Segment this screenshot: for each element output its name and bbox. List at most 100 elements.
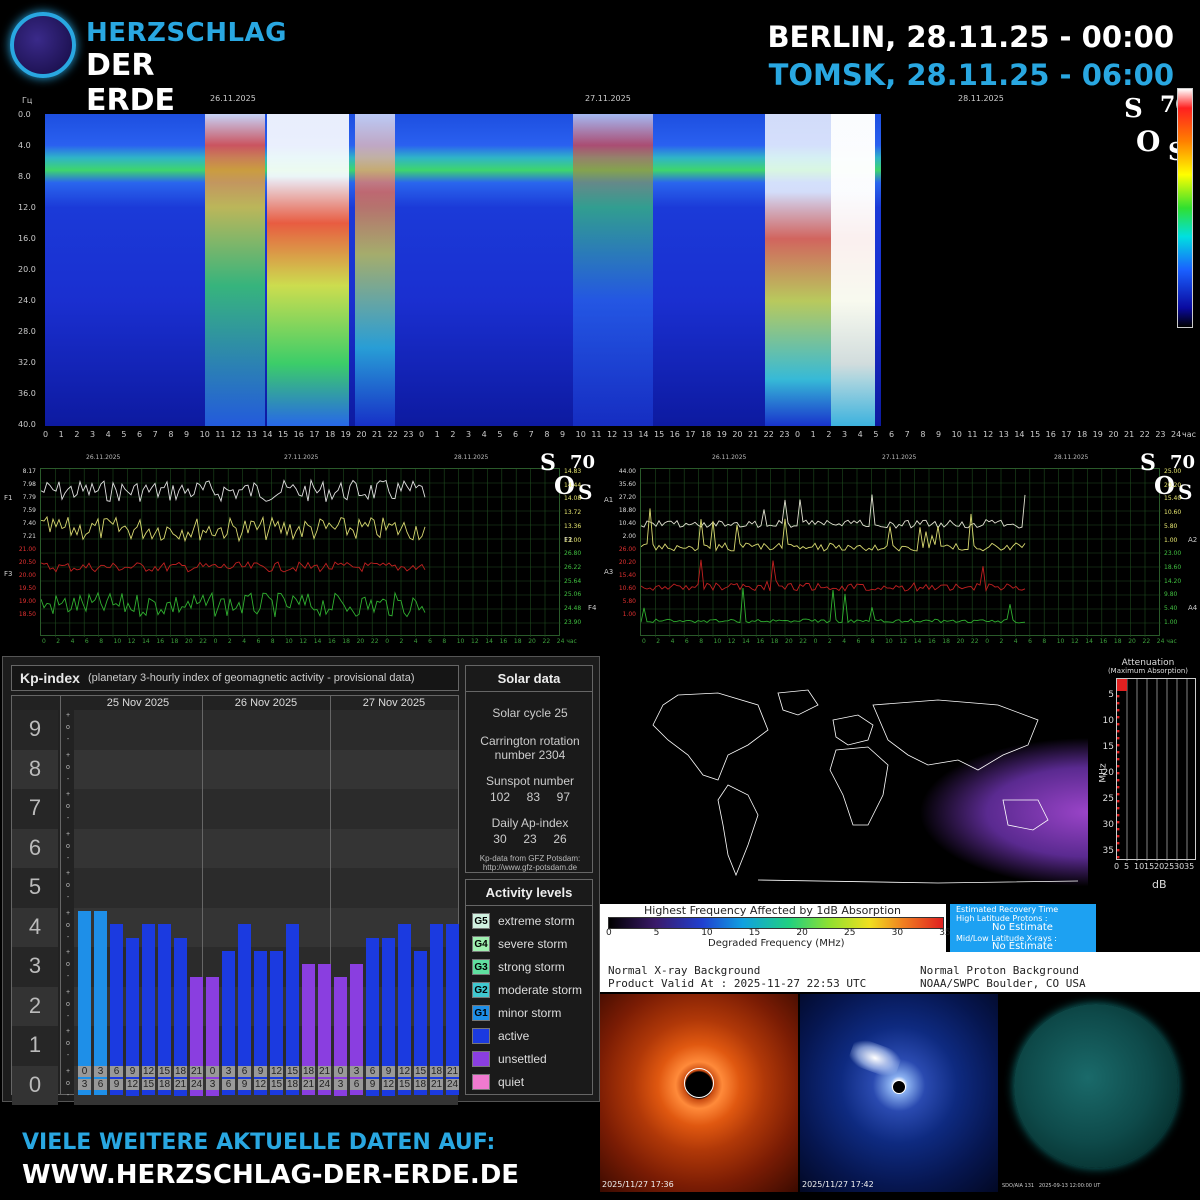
attenuation-x-tick: 0 (1114, 862, 1120, 871)
kp-level-label: 9 (28, 716, 42, 741)
spectrogram-x-tick: 14 (638, 430, 649, 439)
left-axis-tick: 26.00 (618, 546, 636, 553)
kp-time-start: 6 (110, 1066, 123, 1077)
spectrogram-x-tick: 7 (904, 430, 910, 439)
x-axis-tick: 6 (256, 638, 261, 645)
spectrogram-x-tick: 17 (1061, 430, 1072, 439)
x-axis-tick: 0 (42, 638, 46, 645)
kp-time-start: 3 (94, 1066, 107, 1077)
right-axis-tick: 14.44 (564, 481, 582, 489)
kp-level-marker: + (65, 830, 71, 838)
high-latitude-value: No Estimate (992, 922, 1053, 933)
attenuation-x-tick: 25 (1164, 862, 1175, 871)
activity-level-item: G2 moderate storm (472, 981, 592, 999)
spectrogram-x-tick: 13 (246, 430, 257, 439)
spectrogram-x-tick: 5 (121, 430, 127, 439)
spectrogram-x-tick: 0 (795, 430, 801, 439)
kp-time-end: 15 (270, 1079, 283, 1090)
right-axis-tick: 13.36 (564, 522, 582, 530)
activity-levels-title: Activity levels (466, 880, 592, 906)
kp-level-label: 0 (28, 1071, 42, 1097)
left-axis-tick: 18.50 (18, 611, 36, 618)
kp-level-marker: - (66, 894, 70, 901)
right-axis-tick: 5.80 (1164, 522, 1178, 530)
background-status: Normal X-ray Background Product Valid At… (600, 952, 1200, 992)
x-axis-tick: 0 (213, 638, 218, 645)
kp-level-marker: - (66, 973, 70, 980)
kp-level-marker: - (66, 736, 70, 743)
spectrogram-x-tick: 2 (74, 430, 80, 439)
kp-level-marker: o (66, 1000, 70, 1008)
left-axis-tick: 19.00 (18, 598, 36, 605)
x-axis-tick: 14 (142, 638, 150, 645)
attenuation-x-tick: 20 (1154, 862, 1165, 871)
absorption-legend: Highest Frequency Affected by 1dB Absorp… (600, 904, 951, 952)
spectrogram-y-tick: 12.0 (18, 203, 36, 212)
spectrogram-x-tick: 21 (372, 430, 383, 439)
sdo-aia-image[interactable]: SDO/AIA 131 2025-09-13 12:00:00 UT (1000, 994, 1198, 1192)
kp-axis-divider (60, 696, 61, 1094)
x-axis-tick: 18 (1113, 638, 1122, 645)
x-axis-tick: 16 (928, 638, 936, 645)
spectrogram-x-tick: 15 (1030, 430, 1041, 439)
solar-data-box: Solar data Solar cycle 25 Carrington rot… (465, 665, 593, 873)
x-axis-tick: 18 (942, 638, 950, 645)
spectrogram-x-tick: 19 (716, 430, 727, 439)
sunspot-label: Sunspot number (485, 774, 575, 788)
spectrogram-x-tick: 9 (936, 430, 942, 439)
spectrogram-x-tick: 8 (168, 430, 174, 439)
spectrogram-y-tick: 0.0 (18, 110, 31, 119)
kp-level-marker: - (66, 815, 70, 822)
left-axis-tick: 44.00 (618, 468, 636, 475)
kp-time-start: 21 (318, 1066, 331, 1077)
attenuation-y-tick: 15 (1102, 742, 1114, 752)
kp-time-start: 21 (190, 1066, 203, 1077)
x-axis-tick: 16 (1099, 638, 1108, 645)
x-axis-tick: 12 (1071, 638, 1079, 645)
right-axis-tick: 14.20 (1164, 577, 1182, 585)
x-axis-tick: 14 (1085, 638, 1093, 645)
x-axis-tick: 8 (870, 638, 875, 645)
x-axis-tick: 20 (956, 638, 965, 645)
spectrogram-x-tick: 1 (810, 430, 816, 439)
right-axis-tick: 14.08 (564, 495, 582, 503)
left-axis-tick: 19.50 (18, 585, 36, 592)
x-axis-tick: 16 (156, 638, 165, 645)
spectrogram-x-tick: 13 (622, 430, 633, 439)
lasco-c3-image[interactable]: 2025/11/27 17:42 (800, 994, 998, 1192)
kp-time-start: 0 (206, 1066, 219, 1077)
spectrogram-x-tick: 22 (763, 430, 774, 439)
kp-level-band (74, 749, 458, 789)
activity-level-item: G5 extreme storm (472, 912, 592, 930)
x-axis-tick: 4 (842, 638, 847, 645)
left-axis-tick: 20.00 (18, 572, 36, 579)
x-axis-tick: 18 (770, 638, 779, 645)
attenuation-x-tick: 15 (1144, 862, 1155, 871)
x-axis-tick: 12 (127, 638, 136, 645)
kp-level-label: 6 (28, 834, 42, 860)
spectrogram-x-tick: 4 (857, 430, 863, 439)
activity-swatch (472, 1074, 490, 1090)
kp-time-start: 0 (334, 1066, 347, 1077)
x-axis-tick: 24 час (556, 638, 577, 645)
c2-timestamp: 2025/11/27 17:36 (602, 1180, 674, 1189)
kp-source-link[interactable]: http://www.gfz-potsdam.de (466, 863, 594, 872)
x-axis-tick: 12 (899, 638, 908, 645)
left-axis-tick: 15.40 (618, 572, 636, 579)
site-logo[interactable]: HERZSCHLAG DER ERDE (10, 8, 287, 118)
kp-level-marker: o (66, 961, 70, 968)
x-axis-tick: 2 (399, 638, 404, 645)
lasco-c2-image[interactable]: 2025/11/27 17:36 (600, 994, 798, 1192)
attenuation-subtitle: (Maximum Absorption) (1107, 667, 1189, 675)
berlin-timestamp: BERLIN, 28.11.25 - 00:00 (767, 20, 1174, 54)
d-region-absorption-map (608, 685, 1088, 897)
attenuation-x-tick: 35 (1184, 862, 1195, 871)
attenuation-chart: Attenuation (Maximum Absorption) 5 10 15 20… (1096, 656, 1200, 900)
activity-label: strong storm (498, 960, 565, 974)
footer-url[interactable]: WWW.HERZSCHLAG-DER-ERDE.DE (22, 1160, 519, 1190)
spectrogram-x-tick: 12 (607, 430, 618, 439)
kp-time-start: 9 (126, 1066, 139, 1077)
right-axis-tick: 5.40 (1164, 605, 1178, 612)
left-axis-tick: 20.20 (618, 559, 636, 566)
kp-level-marker: + (65, 870, 71, 877)
